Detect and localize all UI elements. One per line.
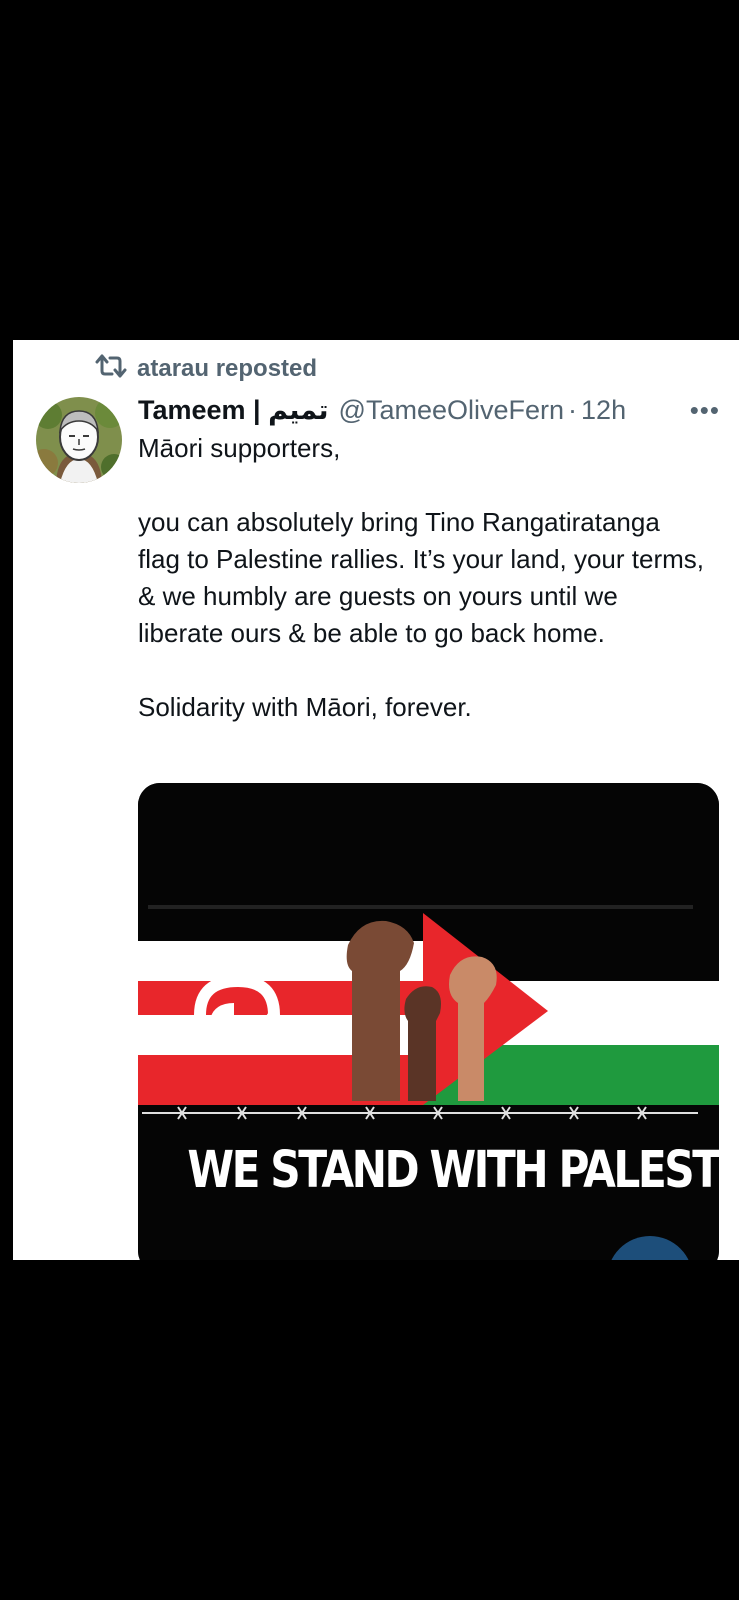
paragraph-message: you can absolutely bring Tino Rangatirat…: [138, 507, 704, 648]
tweet-text: Māori supporters, you can absolutely bri…: [138, 430, 708, 726]
tweet-image[interactable]: WE STAND WITH PALESTINE: [138, 783, 719, 1260]
tweet-card[interactable]: atarau reposted Tameem | تميم @TameeOliv…: [13, 340, 739, 1260]
repost-icon: [95, 352, 127, 387]
user-handle[interactable]: @TameeOliveFern: [339, 395, 564, 426]
separator-dot: ·: [568, 394, 578, 425]
repost-label: atarau reposted: [137, 355, 318, 382]
bottom-black-area: [0, 1260, 739, 1600]
tweet-header: Tameem | تميم @TameeOliveFern · 12h •••: [138, 390, 728, 430]
paragraph-solidarity: Solidarity with Māori, forever.: [138, 692, 472, 722]
image-caption: WE STAND WITH PALESTINE: [187, 1141, 719, 1200]
more-icon[interactable]: •••: [690, 390, 720, 430]
display-name[interactable]: Tameem | تميم: [138, 395, 329, 426]
avatar[interactable]: [36, 397, 122, 483]
timestamp[interactable]: 12h: [581, 395, 626, 426]
repost-indicator[interactable]: atarau reposted: [95, 354, 317, 384]
paragraph-greeting: Māori supporters,: [138, 433, 341, 463]
